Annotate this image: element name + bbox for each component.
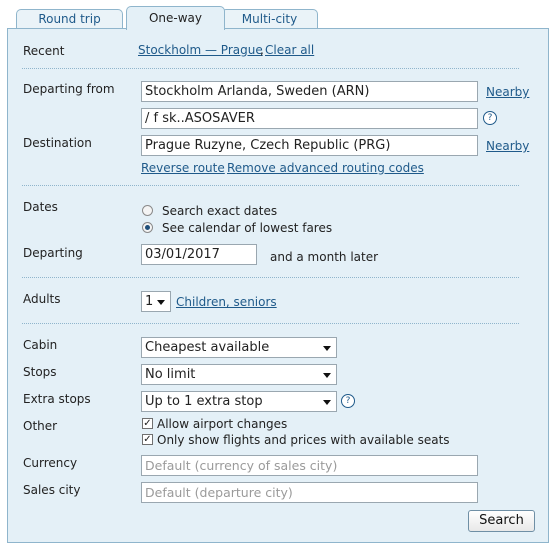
destination-nearby-link[interactable]: Nearby [486,139,529,153]
divider [22,323,519,324]
routing-code-input[interactable]: / f sk..ASOSAVER [141,108,478,129]
chevron-down-icon [157,300,165,305]
departing-date-input[interactable]: 03/01/2017 [141,244,257,265]
cabin-select[interactable]: Cheapest available [141,337,337,358]
divider [22,277,519,278]
trip-type-tabs: Round trip One-way Multi-city [0,0,555,30]
children-seniors-link[interactable]: Children, seniors [176,295,277,309]
divider [22,185,519,186]
extra-stops-label: Extra stops [23,392,91,406]
search-button[interactable]: Search [468,510,535,532]
calendar-fares-label: See calendar of lowest fares [162,221,333,235]
adults-value: 1 [145,294,154,309]
exact-dates-radio[interactable] [142,205,153,216]
destination-input[interactable]: Prague Ruzyne, Czech Republic (PRG) [141,135,478,156]
departing-label: Departing [23,246,83,260]
adults-label: Adults [23,292,61,306]
destination-label: Destination [23,136,92,150]
available-seats-checkbox[interactable]: ✓ [142,434,153,445]
cabin-value: Cheapest available [145,340,270,355]
currency-label: Currency [23,456,78,470]
recent-route-link[interactable]: Stockholm — Prague [138,43,263,57]
sales-city-label: Sales city [23,483,81,497]
help-icon[interactable]: ? [483,111,497,125]
extra-stops-select[interactable]: Up to 1 extra stop [141,391,337,412]
tab-one-way[interactable]: One-way [126,6,225,30]
tab-round-trip[interactable]: Round trip [16,9,123,29]
departing-from-label: Departing from [23,82,115,96]
recent-label: Recent [23,44,65,58]
currency-input[interactable]: Default (currency of sales city) [141,455,478,476]
other-label: Other [23,419,58,433]
cabin-label: Cabin [23,338,58,352]
chevron-down-icon [323,346,331,351]
calendar-fares-radio[interactable] [142,222,153,233]
remove-routing-codes-link[interactable]: Remove advanced routing codes [227,161,424,175]
chevron-down-icon [323,373,331,378]
stops-value: No limit [145,367,196,382]
stops-select[interactable]: No limit [141,364,337,385]
stops-label: Stops [23,365,57,379]
divider [22,68,519,69]
chevron-down-icon [323,400,331,405]
allow-airport-changes-checkbox[interactable]: ✓ [142,418,153,429]
exact-dates-label: Search exact dates [162,204,278,218]
departing-from-input[interactable]: Stockholm Arlanda, Sweden (ARN) [141,81,478,102]
date-range-suffix: and a month later [270,250,379,264]
departing-nearby-link[interactable]: Nearby [486,85,529,99]
search-form-panel: Recent Stockholm — Prague , Clear all De… [7,28,549,543]
adults-select[interactable]: 1 [141,291,171,312]
recent-separator: , [260,43,264,57]
available-seats-label: Only show flights and prices with availa… [157,433,450,447]
dates-label: Dates [23,200,58,214]
reverse-route-link[interactable]: Reverse route [141,161,225,175]
tab-multi-city[interactable]: Multi-city [221,9,318,29]
sales-city-input[interactable]: Default (departure city) [141,482,478,503]
clear-all-link[interactable]: Clear all [265,43,314,57]
allow-airport-changes-label: Allow airport changes [157,417,288,431]
extra-stops-value: Up to 1 extra stop [145,394,263,409]
help-icon[interactable]: ? [341,394,355,408]
